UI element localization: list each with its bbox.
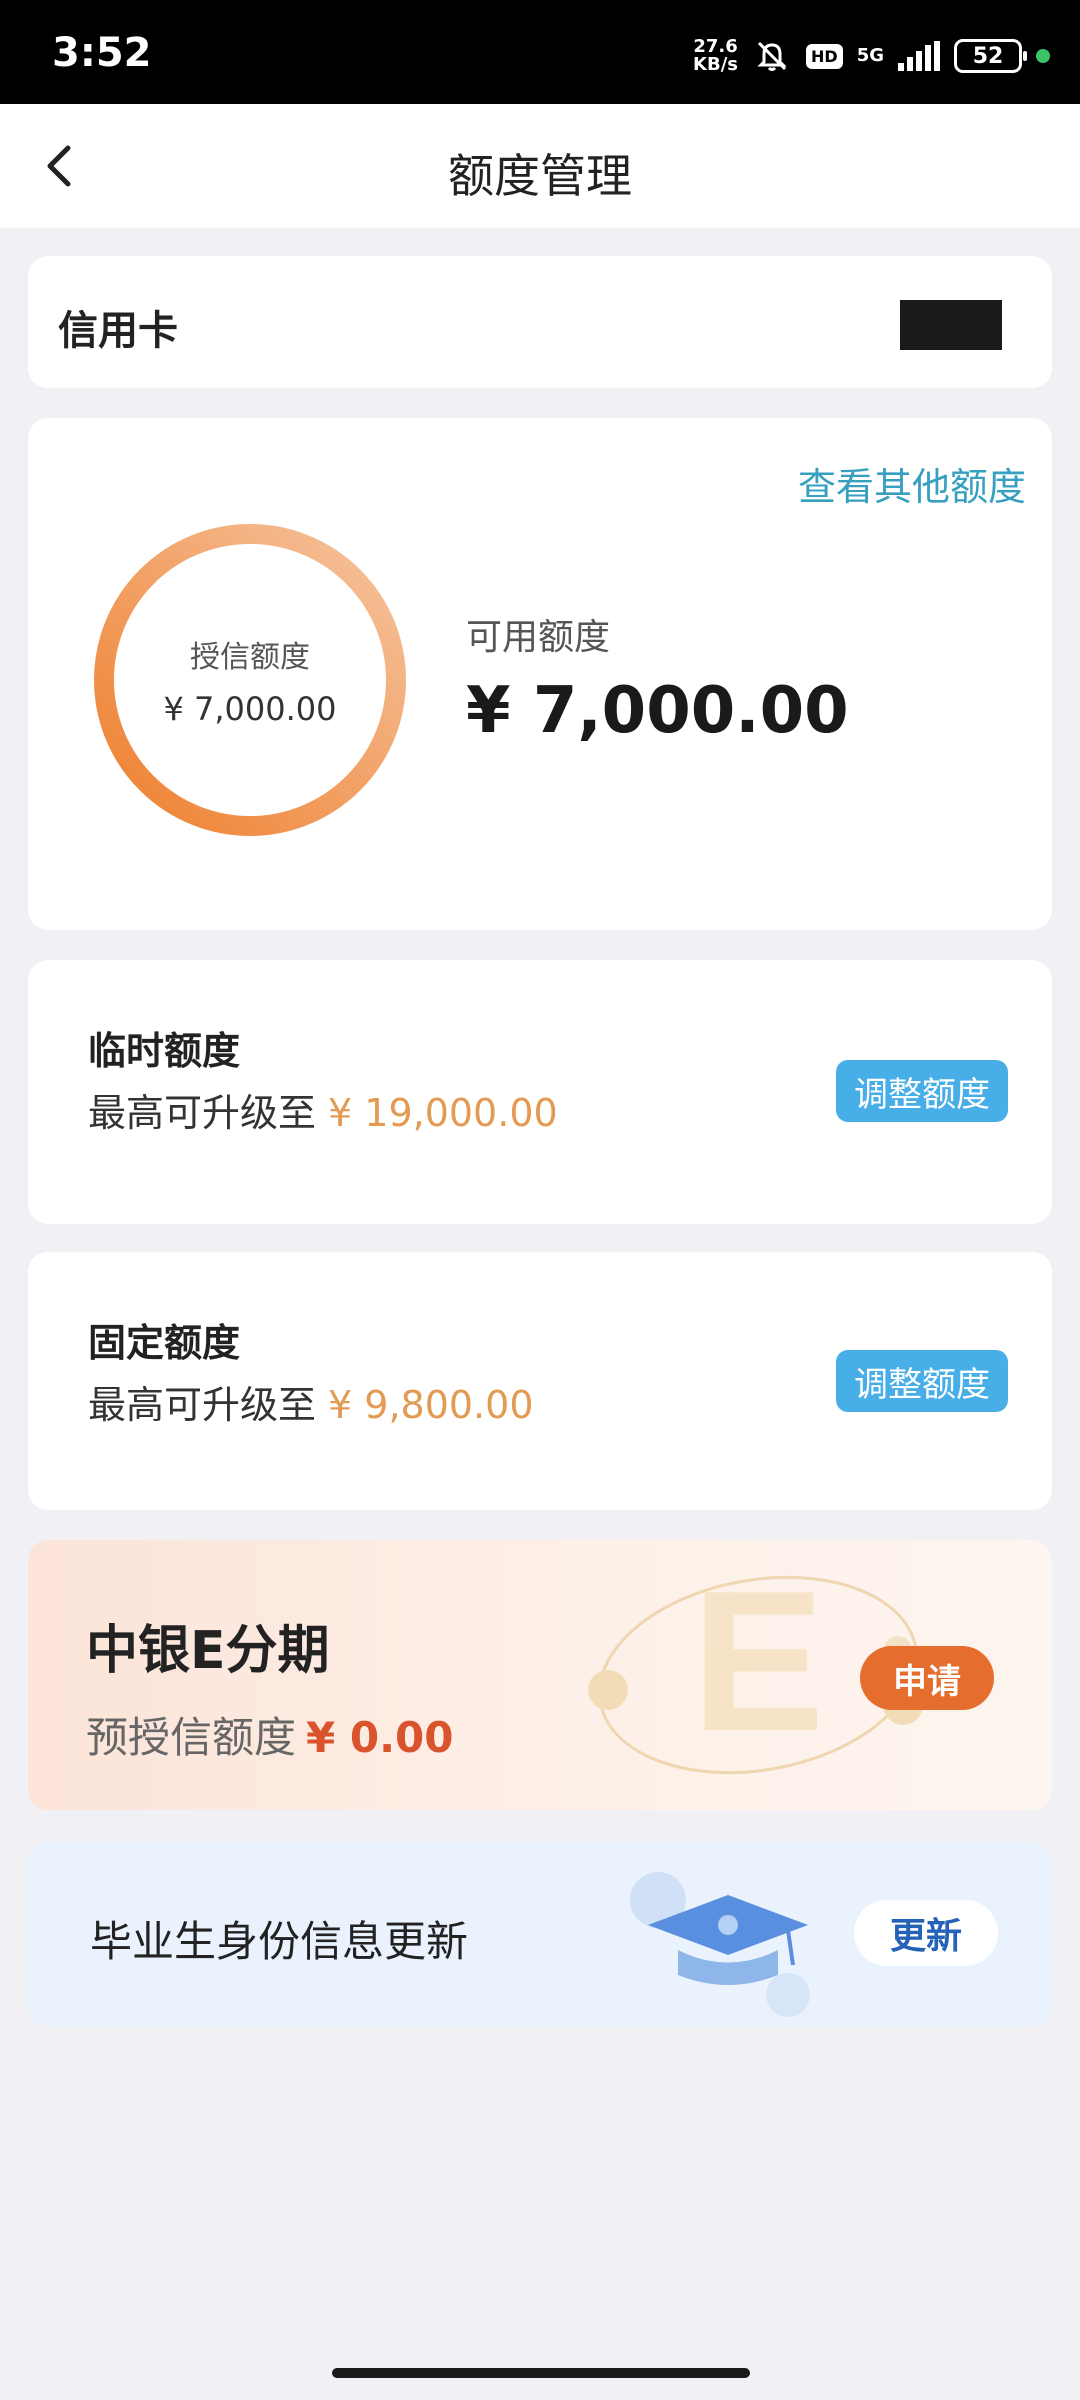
battery-icon: 52 (954, 39, 1027, 73)
home-indicator[interactable] (332, 2368, 750, 2378)
fixed-limit-card: 固定额度 最高可升级至 ¥ 9,800.00 调整额度 (28, 1252, 1052, 1510)
graduation-cap-icon (630, 1872, 810, 2017)
status-bar: 3:52 27.6 KB/s HD 5G 52 (0, 0, 1080, 104)
temporary-limit-desc: 最高可升级至 ¥ 19,000.00 (88, 1091, 558, 1135)
apply-button[interactable]: 申请 (860, 1646, 994, 1710)
credit-limit-amount: ¥ 7,000.00 (163, 690, 337, 728)
update-button[interactable]: 更新 (854, 1900, 998, 1966)
status-time: 3:52 (52, 30, 152, 76)
fixed-limit-desc: 最高可升级至 ¥ 9,800.00 (88, 1383, 534, 1427)
temporary-limit-card: 临时额度 最高可升级至 ¥ 19,000.00 调整额度 (28, 960, 1052, 1224)
e-installment-title: 中银E分期 (86, 1621, 330, 1681)
redacted-card-number (900, 300, 1002, 350)
e-installment-desc: 预授信额度 ¥ 0.00 (86, 1713, 454, 1762)
card-type-label: 信用卡 (58, 308, 178, 354)
signal-icon (898, 41, 940, 71)
view-other-limits-link[interactable]: 查看其他额度 (798, 456, 1026, 511)
status-icons: 27.6 KB/s HD 5G 52 (693, 36, 1050, 76)
hd-badge: HD (806, 43, 843, 69)
network-speed: 27.6 KB/s (693, 36, 739, 75)
fixed-limit-title: 固定额度 (88, 1321, 241, 1365)
page-title: 额度管理 (448, 149, 632, 203)
adjust-temporary-limit-button[interactable]: 调整额度 (836, 1060, 1008, 1122)
e-installment-card[interactable]: E 中银E分期 预授信额度 ¥ 0.00 申请 (28, 1540, 1052, 1810)
credit-limit-label: 授信额度 (190, 640, 310, 675)
graduate-update-label: 毕业生身份信息更新 (90, 1917, 469, 1966)
mute-icon (752, 36, 792, 76)
e-installment-amount: ¥ 0.00 (306, 1713, 454, 1762)
temporary-limit-max-amount: ¥ 19,000.00 (328, 1091, 558, 1135)
temporary-limit-title: 临时额度 (88, 1029, 241, 1073)
limit-summary-card: 查看其他额度 授信额度 ¥ 7,000.00 可用额度 ¥ 7,000.00 (28, 418, 1052, 930)
graduate-update-card[interactable]: 毕业生身份信息更新 更新 (28, 1842, 1052, 2026)
svg-text:E: E (691, 1550, 824, 1773)
available-limit-label: 可用额度 (466, 617, 611, 658)
privacy-indicator-dot (1036, 49, 1050, 63)
network-type: 5G (856, 45, 884, 66)
card-type-selector[interactable]: 信用卡 (28, 256, 1052, 388)
nav-bar: 额度管理 (0, 104, 1080, 228)
available-limit-amount: ¥ 7,000.00 (466, 674, 849, 748)
fixed-limit-max-amount: ¥ 9,800.00 (328, 1383, 534, 1427)
adjust-fixed-limit-button[interactable]: 调整额度 (836, 1350, 1008, 1412)
ring-center: 授信额度 ¥ 7,000.00 (88, 518, 412, 842)
